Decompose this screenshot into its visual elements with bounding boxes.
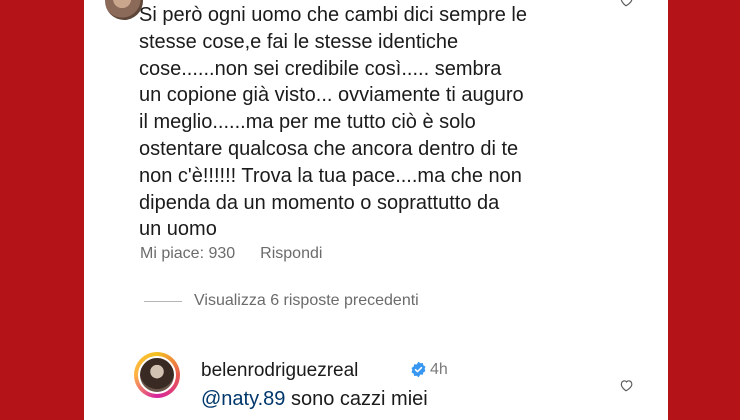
red-frame-right — [668, 0, 740, 420]
reply-button[interactable]: Rispondi — [260, 245, 322, 263]
reply-text: @naty.89 sono cazzi miei — [201, 388, 428, 411]
view-replies[interactable]: Visualizza 6 risposte precedenti — [144, 292, 419, 310]
red-frame-left — [0, 0, 84, 420]
verified-badge-icon — [410, 361, 427, 378]
comment-actions: Mi piace: 930 Rispondi — [140, 245, 322, 263]
heart-icon[interactable] — [619, 379, 633, 392]
mention-link[interactable]: @naty.89 — [201, 388, 285, 410]
view-replies-label[interactable]: Visualizza 6 risposte precedenti — [194, 292, 419, 310]
comment-card: Si però ogni uomo che cambi dici sempre … — [84, 0, 668, 420]
reply-timestamp: 4h — [430, 361, 448, 378]
reply-avatar-image — [138, 356, 176, 394]
heart-icon[interactable] — [619, 0, 633, 7]
comment-text: Si però ogni uomo che cambi dici sempre … — [139, 4, 527, 241]
reply-avatar[interactable] — [134, 352, 180, 398]
likes-count[interactable]: Mi piace: 930 — [140, 245, 235, 263]
commenter-avatar[interactable] — [105, 0, 143, 20]
reply-message: sono cazzi miei — [285, 388, 428, 410]
reply-username[interactable]: belenrodriguezreal — [201, 360, 358, 382]
reply-line — [144, 300, 182, 302]
